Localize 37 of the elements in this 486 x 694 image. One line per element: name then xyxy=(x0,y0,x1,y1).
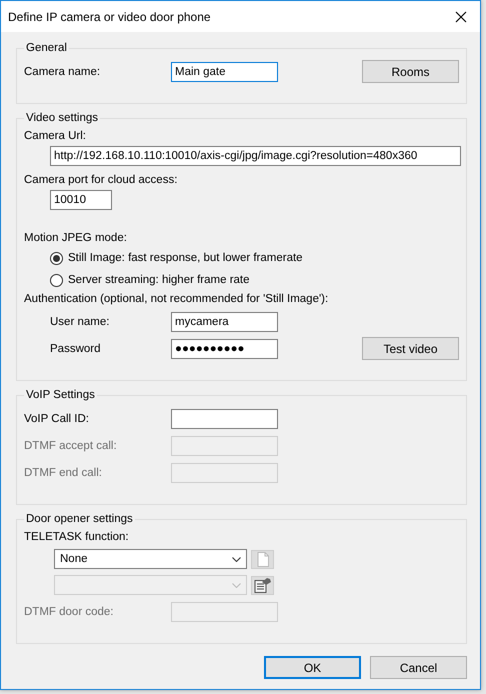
input-field[interactable]: http://192.168.10.110:10010/axis-cgi/jpg/image.cgi?resolution=480x360 xyxy=(50,146,461,166)
field-label: VoIP Call ID: xyxy=(24,412,90,424)
radio-option[interactable]: Server streaming: higher frame rate xyxy=(50,274,250,286)
button[interactable]: Cancel xyxy=(370,656,467,679)
input-field[interactable]: ●●●●●●●●●● xyxy=(171,338,278,358)
field-label: DTMF accept call: xyxy=(24,440,118,452)
group-title: Door opener settings xyxy=(25,513,134,525)
button[interactable]: OK xyxy=(264,656,361,679)
field-label: Authentication (optional, not recommended for 'Still Image'): xyxy=(24,292,330,307)
field-label: TELETASK function: xyxy=(24,530,130,545)
field-label: Camera Url: xyxy=(24,129,87,144)
group-title: General xyxy=(25,42,68,54)
field-label: Motion JPEG mode: xyxy=(24,231,128,246)
group-title: VoIP Settings xyxy=(25,389,96,401)
field-label: Camera port for cloud access: xyxy=(24,173,178,188)
field-label: User name: xyxy=(49,316,110,328)
button[interactable]: Test video xyxy=(362,337,459,360)
input-field[interactable]: 10010 xyxy=(50,190,112,210)
field-label: DTMF end call: xyxy=(24,466,103,478)
field-label: Password xyxy=(49,342,102,354)
button[interactable]: Rooms xyxy=(362,60,459,83)
close-icon[interactable] xyxy=(455,10,467,22)
dropdown[interactable]: None xyxy=(54,549,247,569)
input-field[interactable]: Main gate xyxy=(171,62,278,82)
radio-button[interactable] xyxy=(50,252,63,264)
chevron-down-icon xyxy=(232,582,241,588)
chevron-down-icon xyxy=(232,556,241,562)
field-label: DTMF door code: xyxy=(24,606,114,618)
radio-option[interactable]: Still Image: fast response, but lower framerate xyxy=(50,252,303,264)
properties-icon xyxy=(254,577,272,593)
input-field[interactable] xyxy=(171,408,278,428)
document-icon xyxy=(256,552,268,566)
group-title: Video settings xyxy=(25,112,100,124)
radio-button[interactable] xyxy=(50,274,63,286)
input-field[interactable]: mycamera xyxy=(171,312,278,332)
field-label: Camera name: xyxy=(24,66,102,78)
window-title: Define IP camera or video door phone xyxy=(8,10,211,24)
